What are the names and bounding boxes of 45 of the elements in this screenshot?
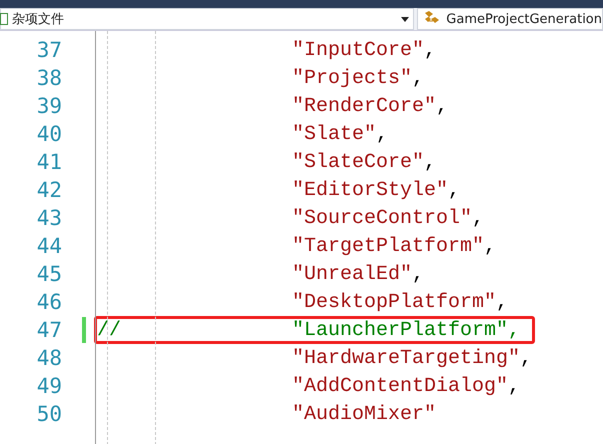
line-number: 48 <box>36 346 62 370</box>
comma: , <box>412 66 424 90</box>
string-literal: "TargetPlatform" <box>292 234 484 258</box>
string-literal: "HardwareTargeting" <box>292 346 520 370</box>
comma: , <box>484 234 496 258</box>
line-number: 37 <box>36 38 62 62</box>
file-scope-dropdown[interactable]: 杂项文件 <box>0 8 414 30</box>
code-text: "LauncherPlatform", <box>292 318 520 342</box>
string-literal: "SlateCore" <box>292 150 424 174</box>
string-literal: "RenderCore" <box>292 94 436 118</box>
line-number: 39 <box>36 94 62 118</box>
comma: , <box>436 94 448 118</box>
line-number: 50 <box>36 402 62 426</box>
comma: , <box>496 290 508 314</box>
comma: , <box>424 38 436 62</box>
caret-icon <box>401 16 410 22</box>
line-number: 43 <box>36 206 62 230</box>
string-literal: "AudioMixer" <box>292 402 436 426</box>
string-literal: "EditorStyle" <box>292 178 448 202</box>
line-number: 49 <box>36 374 62 398</box>
string-literal: "InputCore" <box>292 38 424 62</box>
line-number: 45 <box>36 262 62 286</box>
comma: , <box>376 122 388 146</box>
line-number: 42 <box>36 178 62 202</box>
member-dropdown[interactable]: GameProjectGeneration <box>417 8 603 30</box>
string-literal: "AddContentDialog" <box>292 374 508 398</box>
comma: , <box>472 206 484 230</box>
line-number: 40 <box>36 122 62 146</box>
comma: , <box>424 150 436 174</box>
string-literal: "Projects" <box>292 66 412 90</box>
string-literal: "Slate" <box>292 122 376 146</box>
line-number: 46 <box>36 290 62 314</box>
comma: , <box>520 346 532 370</box>
string-literal: "UnrealEd" <box>292 262 412 286</box>
string-literal: "DesktopPlatform" <box>292 290 496 314</box>
comma: , <box>412 262 424 286</box>
line-number: 38 <box>36 66 62 90</box>
line-number: 41 <box>36 150 62 174</box>
comment-marker: // <box>97 318 122 342</box>
comma: , <box>448 178 460 202</box>
string-literal: "SourceControl" <box>292 206 472 230</box>
line-number: 47 <box>36 318 62 342</box>
comma: , <box>508 374 520 398</box>
line-number: 44 <box>36 234 62 258</box>
file-icon <box>0 13 8 25</box>
